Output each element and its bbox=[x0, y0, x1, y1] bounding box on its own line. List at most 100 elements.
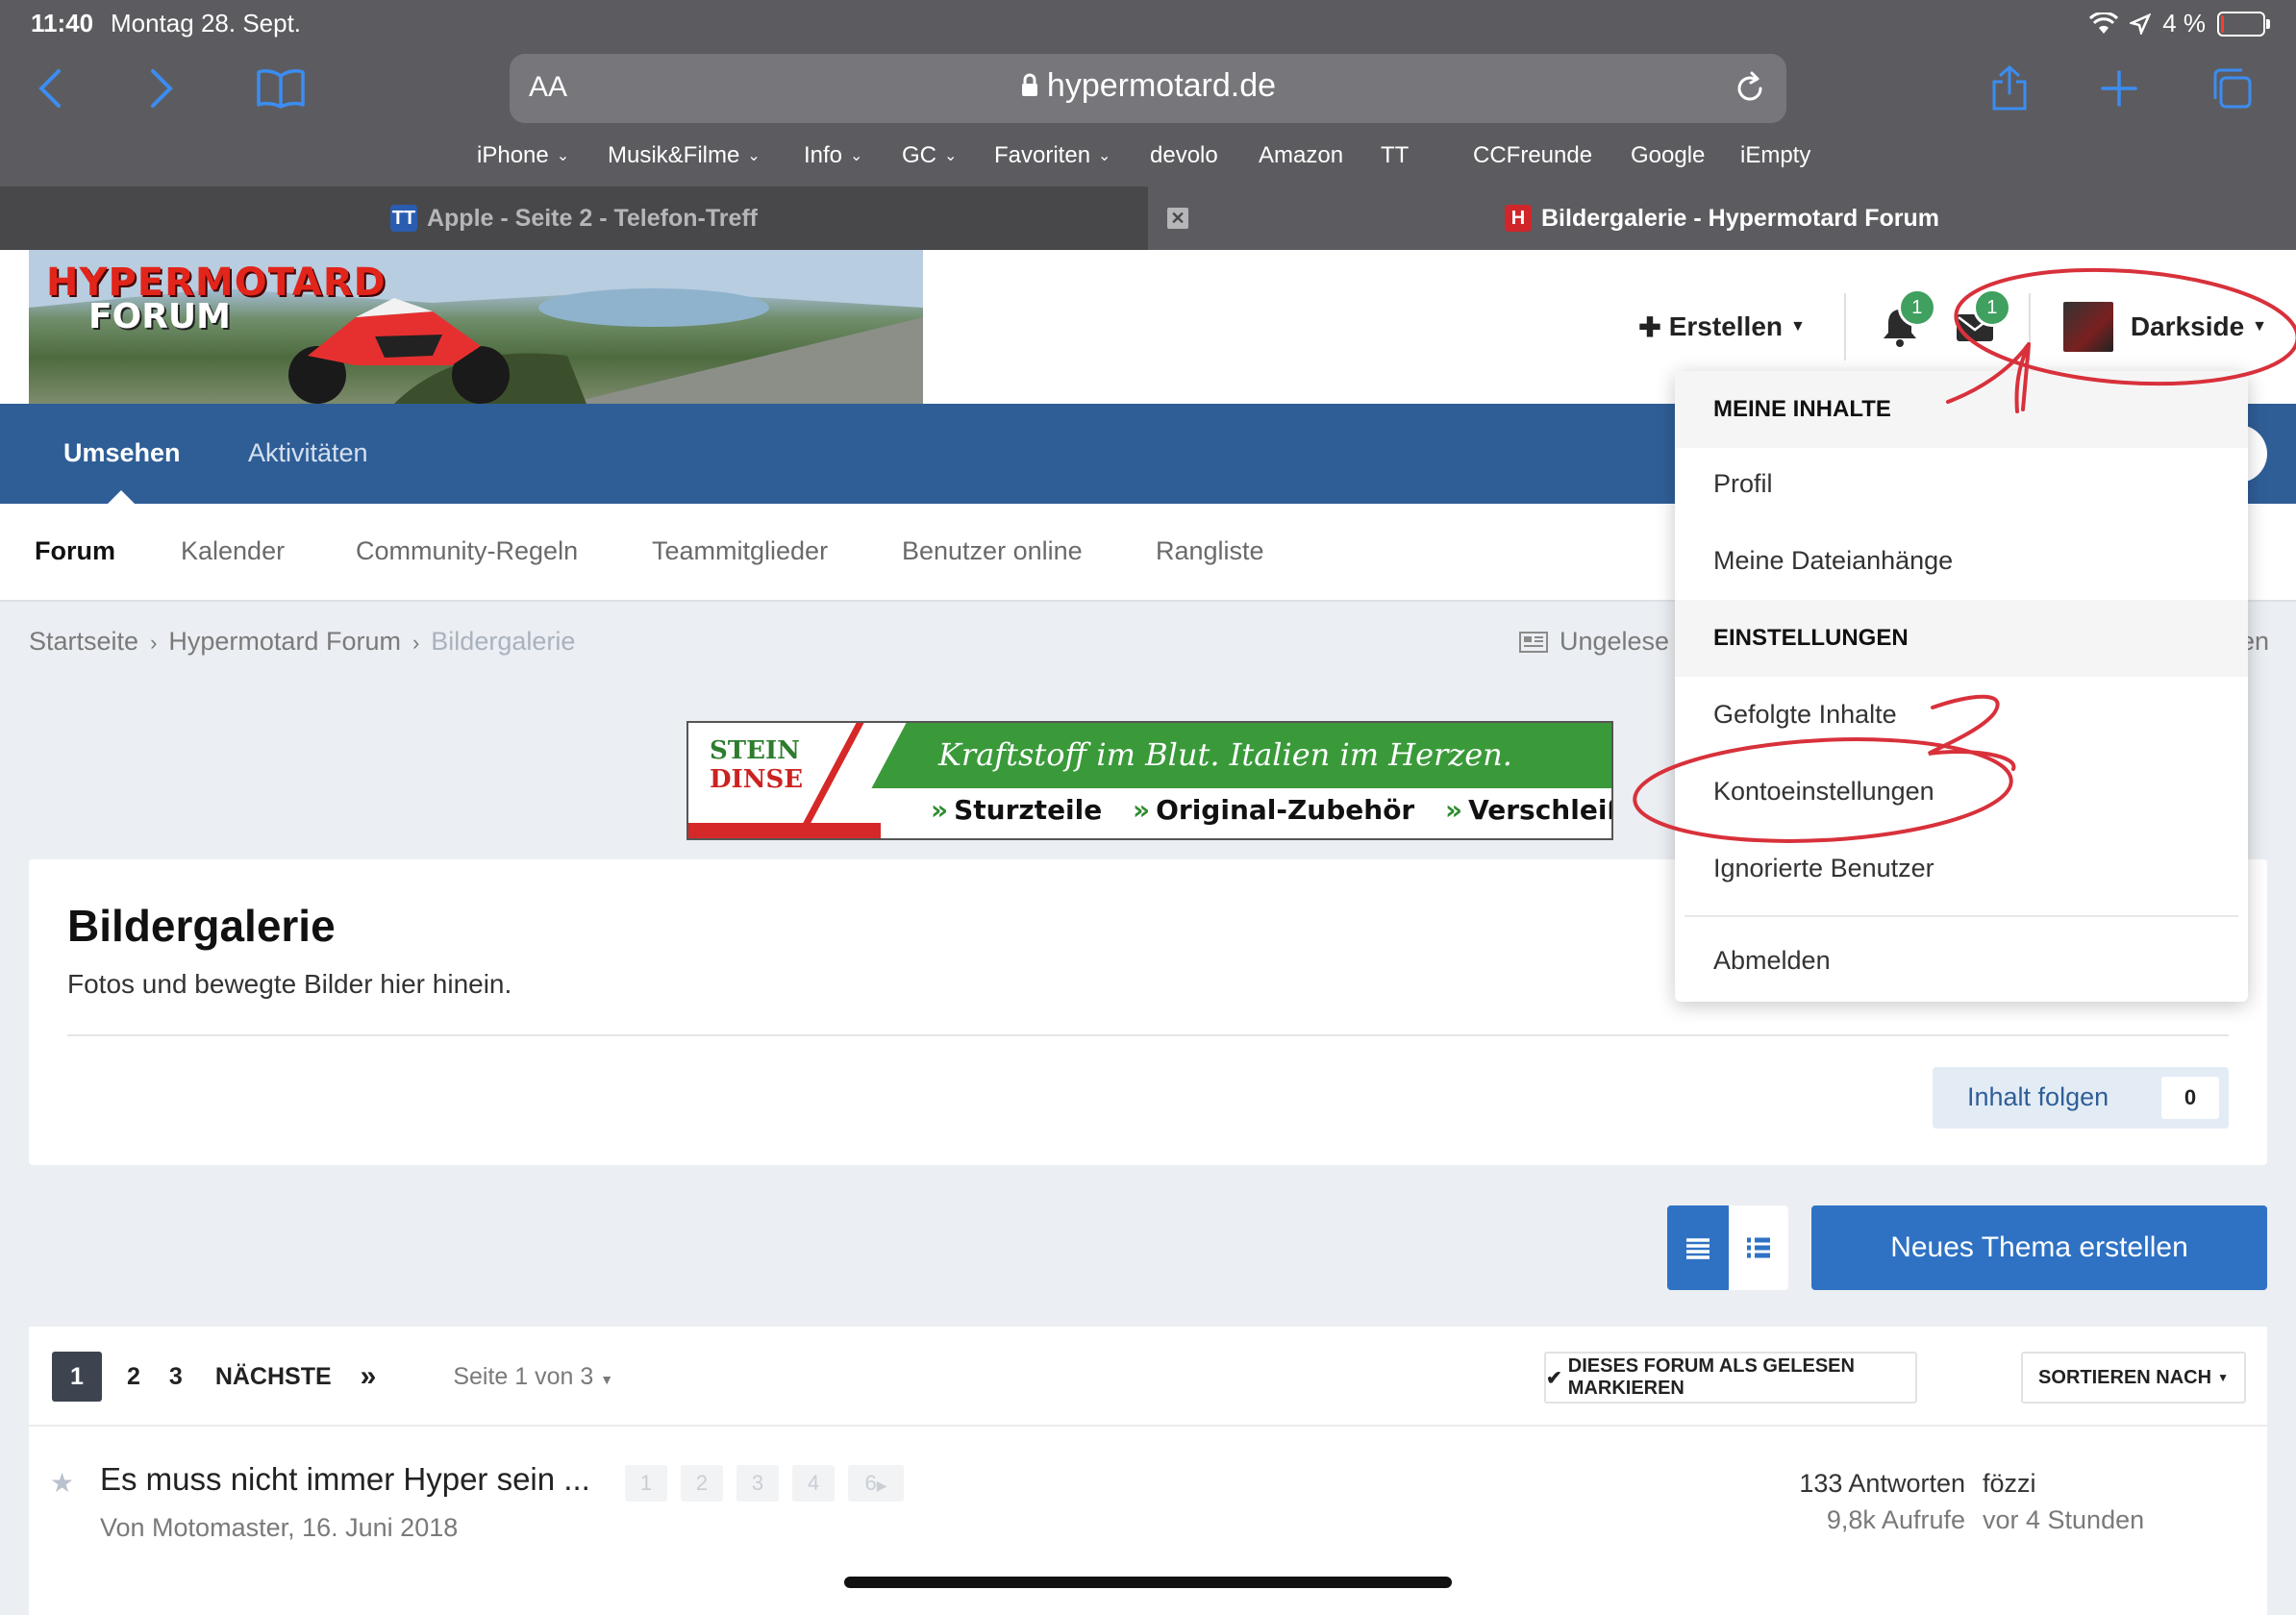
page-info-dropdown[interactable]: Seite 1 von 3 ▼ bbox=[453, 1363, 613, 1391]
ad-slogan: Kraftstoff im Blut. Italien im Herzen. bbox=[938, 736, 1512, 773]
favorite-2[interactable]: Info ⌄ bbox=[804, 142, 862, 169]
share-button[interactable] bbox=[1981, 60, 2038, 117]
battery-percent: 4 % bbox=[2162, 9, 2206, 37]
menu-item-kontoeinstellungen[interactable]: Kontoeinstellungen bbox=[1713, 777, 1934, 807]
wifi-icon bbox=[2089, 12, 2119, 34]
sort-by-button[interactable]: SORTIEREN NACH ▼ bbox=[2021, 1352, 2246, 1404]
address-bar[interactable]: AA hypermotard.de bbox=[510, 54, 1786, 123]
active-nav-caret bbox=[108, 490, 135, 504]
close-tab-icon[interactable]: ✕ bbox=[1167, 208, 1188, 229]
favorite-4[interactable]: Favoriten ⌄ bbox=[994, 142, 1111, 169]
subnav-rangliste[interactable]: Rangliste bbox=[1156, 536, 1264, 566]
subnav-forum[interactable]: Forum bbox=[35, 536, 115, 566]
status-bar: 11:40 Montag 28. Sept. 4 % bbox=[0, 0, 2296, 44]
favorites-bar: iPhone ⌄ Musik&Filme ⌄ Info ⌄ GC ⌄ Favoriten ⌄ dev… bbox=[0, 138, 2296, 181]
breadcrumb-forum[interactable]: Hypermotard Forum bbox=[168, 627, 401, 656]
chevron-right-icon: › bbox=[150, 631, 158, 655]
browser-chrome: 11:40 Montag 28. Sept. 4 % AA hypermotar… bbox=[0, 0, 2296, 250]
topic-page-link[interactable]: 1 bbox=[625, 1465, 667, 1502]
favorite-3[interactable]: GC ⌄ bbox=[902, 142, 957, 169]
list-bullet-icon bbox=[1747, 1237, 1770, 1258]
tab-title: Bildergalerie - Hypermotard Forum bbox=[1541, 204, 1939, 232]
ad-red-bar bbox=[688, 823, 881, 838]
breadcrumb-startseite[interactable]: Startseite bbox=[29, 627, 138, 656]
favorite-1[interactable]: Musik&Filme ⌄ bbox=[608, 142, 761, 169]
ad-brand-line1: STEIN bbox=[710, 736, 800, 765]
favorite-6[interactable]: Amazon bbox=[1259, 142, 1343, 169]
telefon-treff-favicon: TT bbox=[389, 205, 417, 232]
nav-aktivitaeten[interactable]: Aktivitäten bbox=[248, 438, 368, 468]
favorite-label: Favoriten bbox=[994, 142, 1091, 168]
favorite-label: Google bbox=[1631, 142, 1706, 168]
topic-page-link[interactable]: 2 bbox=[681, 1465, 723, 1502]
subnav-community-regeln[interactable]: Community-Regeln bbox=[356, 536, 578, 566]
menu-item-gefolgte-inhalte[interactable]: Gefolgte Inhalte bbox=[1713, 700, 1897, 730]
messages-button[interactable]: 1 bbox=[1954, 288, 2011, 348]
topic-list: 1 2 3 NÄCHSTE » Seite 1 von 3 ▼ ✔ DIESES … bbox=[29, 1327, 2267, 1615]
subnav-benutzer-online[interactable]: Benutzer online bbox=[902, 536, 1083, 566]
unread-label: Ungelese bbox=[1560, 627, 1670, 656]
subnav-kalender[interactable]: Kalender bbox=[181, 536, 285, 566]
tab-bildergalerie[interactable]: ✕ H Bildergalerie - Hypermotard Forum bbox=[1148, 186, 2296, 250]
mark-forum-read-button[interactable]: ✔ DIESES FORUM ALS GELESEN MARKIEREN bbox=[1544, 1352, 1917, 1404]
topic-page-last-label: 6 bbox=[864, 1471, 877, 1495]
new-tab-button[interactable] bbox=[2090, 60, 2148, 117]
page-1-button[interactable]: 1 bbox=[52, 1352, 102, 1402]
topic-page-link[interactable]: 4 bbox=[792, 1465, 835, 1502]
tab-telefon-treff[interactable]: TT Apple - Seite 2 - Telefon-Treff bbox=[0, 186, 1148, 250]
page-info-label: Seite 1 von 3 bbox=[453, 1362, 594, 1390]
topic-page-link[interactable]: 3 bbox=[736, 1465, 779, 1502]
view-condensed-toggle[interactable] bbox=[1729, 1205, 1788, 1290]
favorite-7[interactable]: TT bbox=[1381, 142, 1409, 169]
section-my-content: MEINE INHALTE bbox=[1713, 396, 1891, 422]
favorite-label: Amazon bbox=[1259, 142, 1344, 168]
list-icon bbox=[1686, 1238, 1710, 1259]
subnav-teammitglieder[interactable]: Teammitglieder bbox=[652, 536, 828, 566]
page-3-button[interactable]: 3 bbox=[169, 1363, 183, 1391]
follow-content-button[interactable]: Inhalt folgen 0 bbox=[1933, 1067, 2229, 1129]
avatar bbox=[2062, 302, 2113, 352]
next-page-button[interactable]: NÄCHSTE bbox=[215, 1363, 332, 1391]
notifications-button[interactable]: 1 bbox=[1879, 288, 1936, 348]
favorite-0[interactable]: iPhone ⌄ bbox=[477, 142, 569, 169]
lock-icon bbox=[1021, 73, 1037, 96]
create-button[interactable]: ✚ Erstellen ▼ bbox=[1638, 311, 1806, 343]
last-poster-link[interactable]: fözzi bbox=[1983, 1469, 2036, 1499]
favorite-9[interactable]: Google bbox=[1631, 142, 1705, 169]
divider bbox=[29, 1425, 2267, 1427]
url-display[interactable]: hypermotard.de bbox=[510, 67, 1786, 105]
last-post-time: vor 4 Stunden bbox=[1983, 1505, 2145, 1534]
forum-logo[interactable]: HYPERMOTARD FORUM bbox=[29, 250, 923, 404]
nav-umsehen[interactable]: Umsehen bbox=[63, 438, 181, 468]
chevron-down-icon: ⌄ bbox=[1098, 148, 1111, 164]
favorite-label: iEmpty bbox=[1740, 142, 1811, 168]
user-menu-button[interactable]: Darkside ▼ bbox=[2062, 302, 2267, 352]
favorite-8[interactable]: CCFreunde bbox=[1473, 142, 1592, 169]
bookmarks-button[interactable] bbox=[252, 60, 310, 117]
status-icons: 4 % bbox=[2089, 9, 2270, 38]
menu-item-abmelden[interactable]: Abmelden bbox=[1713, 946, 1831, 976]
menu-item-profil[interactable]: Profil bbox=[1713, 469, 1773, 499]
new-topic-button[interactable]: Neues Thema erstellen bbox=[1811, 1205, 2267, 1290]
last-page-button[interactable]: » bbox=[361, 1360, 377, 1393]
back-button[interactable] bbox=[21, 60, 79, 117]
page-2-button[interactable]: 2 bbox=[127, 1363, 140, 1391]
favorite-10[interactable]: iEmpty bbox=[1740, 142, 1810, 169]
topic-page-link-last[interactable]: 6▶ bbox=[848, 1465, 904, 1502]
check-icon: ✔ bbox=[1546, 1367, 1562, 1389]
favorite-label: CCFreunde bbox=[1473, 142, 1593, 168]
forward-button[interactable] bbox=[133, 60, 190, 117]
favorite-label: Musik&Filme bbox=[608, 142, 740, 168]
menu-item-dateianhaenge[interactable]: Meine Dateianhänge bbox=[1713, 546, 1953, 576]
ad-banner[interactable]: STEIN DINSE Kraftstoff im Blut. Italien … bbox=[686, 721, 1613, 840]
unread-content-link[interactable]: Ungelese bbox=[1519, 627, 1669, 657]
view-list-toggle[interactable] bbox=[1667, 1205, 1729, 1290]
mark-read-label: DIESES FORUM ALS GELESEN MARKIEREN bbox=[1567, 1355, 1855, 1399]
favorite-5[interactable]: devolo bbox=[1150, 142, 1218, 169]
tabs-overview-button[interactable] bbox=[2202, 60, 2259, 117]
topic-title-link[interactable]: Es muss nicht immer Hyper sein ... bbox=[100, 1461, 590, 1498]
favorite-label: devolo bbox=[1150, 142, 1218, 168]
menu-item-ignorierte-benutzer[interactable]: Ignorierte Benutzer bbox=[1713, 854, 1934, 883]
tab-bar: TT Apple - Seite 2 - Telefon-Treff ✕ H B… bbox=[0, 186, 2296, 250]
reload-icon[interactable] bbox=[1731, 69, 1769, 108]
